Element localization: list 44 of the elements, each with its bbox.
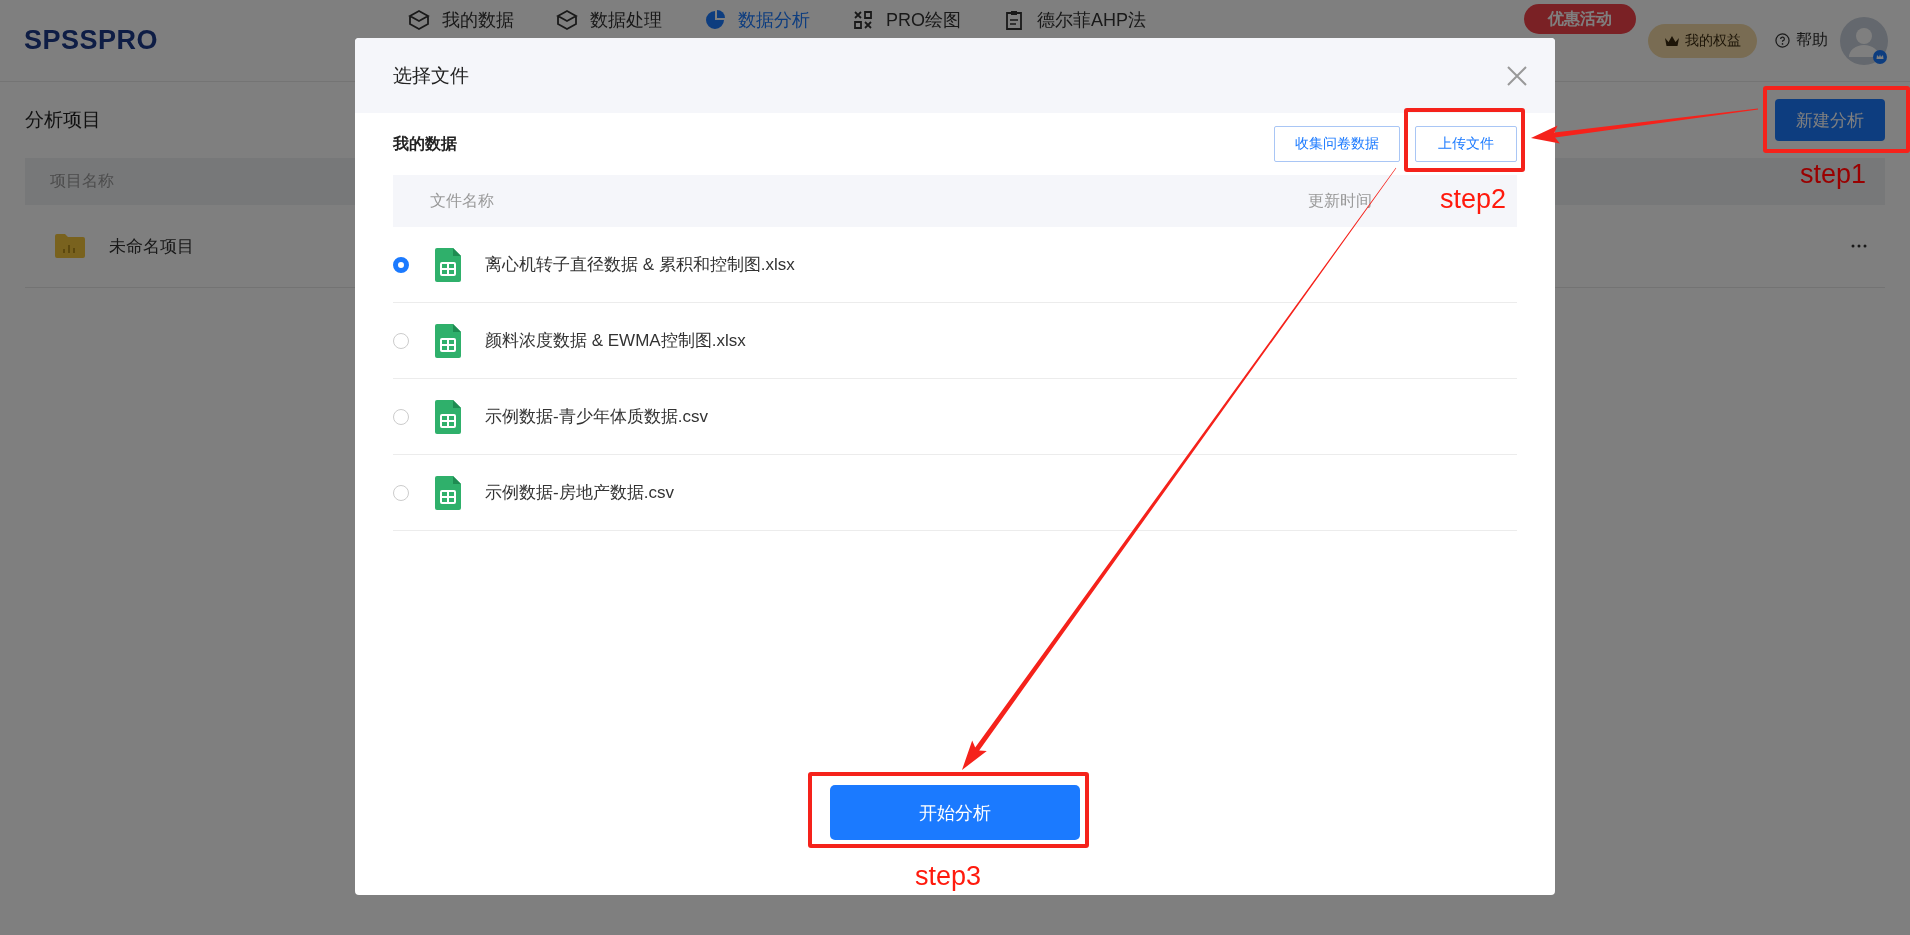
help-icon [1775, 33, 1790, 48]
help-link[interactable]: 帮助 [1775, 30, 1828, 51]
nav-tab[interactable]: PRO绘图 [852, 7, 962, 33]
outline-button[interactable]: 上传文件 [1415, 126, 1517, 162]
radio-button[interactable] [393, 256, 409, 273]
spreadsheet-file-icon [435, 247, 461, 282]
crown-icon [1664, 34, 1680, 47]
pie-chart-icon [704, 9, 727, 31]
benefits-button[interactable]: 我的权益 [1648, 23, 1757, 58]
dialog-title: 选择文件 [393, 63, 469, 88]
cube-icon [408, 9, 431, 31]
shapes-icon [852, 9, 875, 31]
file-name[interactable]: 示例数据-房地产数据.csv [485, 481, 674, 504]
column-header: 文件名称 [430, 190, 494, 211]
avatar[interactable] [1840, 16, 1888, 65]
section-title: 我的数据 [393, 133, 457, 154]
new-analysis-button[interactable]: 新建分析 [1775, 99, 1885, 141]
radio-button[interactable] [393, 408, 409, 425]
nav-tab[interactable]: 数据处理 [556, 7, 663, 33]
step-label: step3 [915, 862, 982, 892]
close-icon[interactable] [1507, 65, 1527, 86]
radio-button[interactable] [393, 332, 409, 349]
file-name[interactable]: 颜料浓度数据 & EWMA控制图.xlsx [485, 329, 746, 352]
logo[interactable]: SPSSPRO [24, 25, 159, 56]
project-name[interactable]: 未命名项目 [109, 234, 194, 258]
radio-button[interactable] [393, 484, 409, 501]
file-name[interactable]: 示例数据-青少年体质数据.csv [485, 405, 708, 428]
step-label: step2 [1440, 185, 1507, 215]
spreadsheet-file-icon [435, 323, 461, 358]
cube-icon [556, 9, 579, 31]
nav-tab[interactable]: 德尔菲AHP法 [1003, 7, 1147, 33]
spreadsheet-file-icon [435, 475, 461, 510]
start-analysis-button[interactable]: 开始分析 [830, 785, 1080, 840]
promo-button[interactable]: 优惠活动 [1524, 4, 1636, 34]
file-name[interactable]: 离心机转子直径数据 & 累积和控制图.xlsx [485, 253, 795, 276]
more-icon [1851, 244, 1867, 248]
outline-button[interactable]: 收集问卷数据 [1274, 126, 1400, 162]
column-header: 更新时间 [1308, 190, 1372, 211]
step-label: step1 [1800, 160, 1867, 190]
nav-tab[interactable]: 数据分析 [704, 7, 811, 33]
folder-icon [55, 234, 85, 258]
page-title: 分析项目 [25, 108, 101, 132]
nav-tab[interactable]: 我的数据 [408, 7, 515, 33]
spreadsheet-file-icon [435, 399, 461, 434]
